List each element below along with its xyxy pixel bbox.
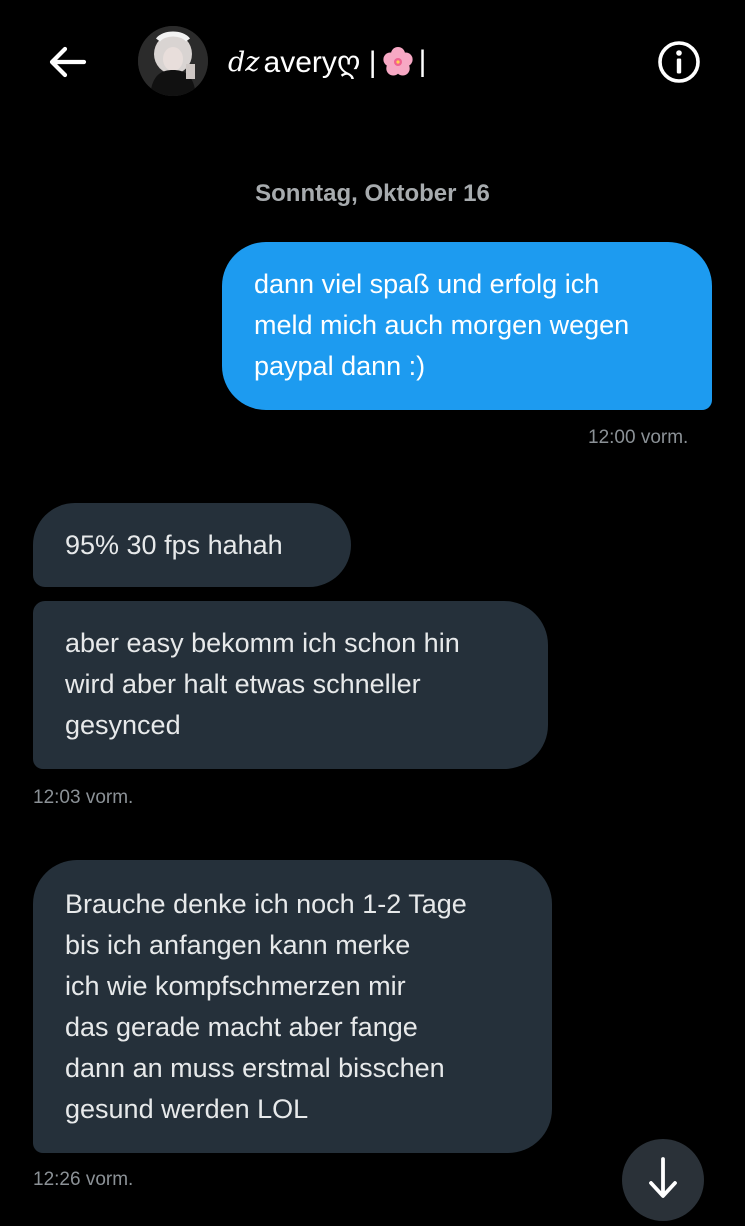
message-bubble-sent[interactable]: dann viel spaß und erfolg ich meld mich … <box>222 242 712 410</box>
message-timestamp: 12:03 vorm. <box>33 787 134 808</box>
contact-name-suffix: | <box>418 45 427 78</box>
info-circle-icon <box>658 41 700 83</box>
message-timestamp: 12:00 vorm. <box>588 427 689 448</box>
arrow-left-icon <box>49 46 87 78</box>
contact-name[interactable]: dz averyღ | | <box>228 40 426 84</box>
scroll-to-bottom-button[interactable] <box>622 1139 704 1221</box>
message-bubble-received[interactable]: 95% 30 fps hahah <box>33 503 351 587</box>
avatar[interactable] <box>138 26 208 96</box>
message-bubble-received[interactable]: Brauche denke ich noch 1-2 Tage bis ich … <box>33 860 552 1153</box>
cherry-blossom-icon <box>382 47 413 76</box>
date-separator: Sonntag, Oktober 16 <box>255 180 490 207</box>
arrow-down-icon <box>649 1157 677 1198</box>
message-timestamp: 12:26 vorm. <box>33 1169 134 1190</box>
contact-name-prefix: dz <box>228 46 260 78</box>
message-bubble-received[interactable]: aber easy bekomm ich schon hin wird aber… <box>33 601 548 769</box>
back-button[interactable] <box>44 38 92 86</box>
contact-name-text: averyღ | <box>263 45 377 79</box>
info-button[interactable] <box>655 38 703 86</box>
avatar-image <box>138 26 208 96</box>
conversation-header: dz averyღ | | <box>0 0 745 150</box>
